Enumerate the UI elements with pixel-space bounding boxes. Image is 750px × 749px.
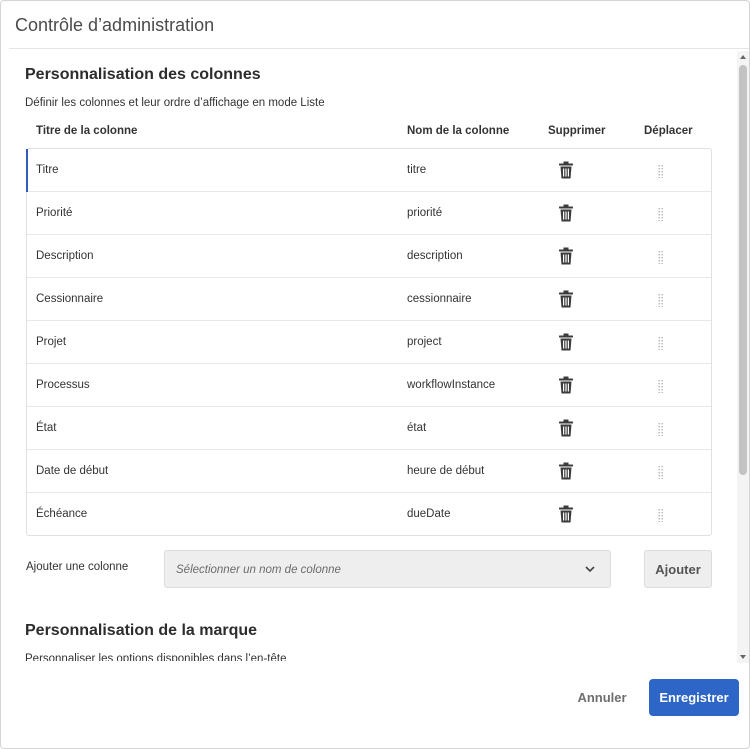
table-row[interactable]: Description description xyxy=(27,235,711,278)
drag-handle-icon[interactable] xyxy=(658,379,664,393)
add-column-label: Ajouter une colonne xyxy=(26,561,129,573)
table-row[interactable]: Processus workflowInstance xyxy=(27,364,711,407)
trash-icon[interactable] xyxy=(558,333,574,351)
drag-handle-icon[interactable] xyxy=(658,207,664,221)
dialog-title: Contrôle d’administration xyxy=(15,15,215,35)
column-name-cell: project xyxy=(407,336,442,348)
drag-handle-icon[interactable] xyxy=(658,164,664,178)
column-title-cell: Cessionnaire xyxy=(36,293,104,305)
column-title-cell: Date de début xyxy=(36,465,109,477)
table-row[interactable]: État état xyxy=(27,407,711,450)
column-title-cell: État xyxy=(36,422,57,434)
select-placeholder: Sélectionner un nom de colonne xyxy=(176,564,341,576)
column-name-cell: état xyxy=(407,422,427,434)
branding-section-title: Personnalisation de la marque xyxy=(25,622,258,639)
add-column-button[interactable]: Ajouter xyxy=(644,550,712,588)
branding-section-description: Personnaliser les options disponibles da… xyxy=(25,653,287,661)
table-row[interactable]: Priorité priorité xyxy=(27,192,711,235)
admin-control-dialog: Contrôle d’administration Personnalisati… xyxy=(0,0,750,749)
scroll-down-arrow-icon[interactable] xyxy=(740,655,746,659)
content-scrollbar[interactable] xyxy=(737,51,749,663)
column-name-select[interactable]: Sélectionner un nom de colonne xyxy=(164,550,611,588)
scroll-up-arrow-icon[interactable] xyxy=(740,55,746,59)
trash-icon[interactable] xyxy=(558,290,574,308)
trash-icon[interactable] xyxy=(558,247,574,265)
columns-section-description: Définir les colonnes et leur ordre d’aff… xyxy=(25,97,325,109)
table-row[interactable]: Date de début heure de début xyxy=(27,450,711,493)
trash-icon[interactable] xyxy=(558,161,574,179)
column-name-cell: dueDate xyxy=(407,508,451,520)
table-row[interactable]: Cessionnaire cessionnaire xyxy=(27,278,711,321)
column-name-cell: description xyxy=(407,250,463,262)
chevron-down-icon xyxy=(585,566,595,573)
table-row[interactable]: Projet project xyxy=(27,321,711,364)
table-row[interactable]: Titre titre xyxy=(26,149,711,192)
trash-icon[interactable] xyxy=(558,505,574,523)
trash-icon[interactable] xyxy=(558,462,574,480)
columns-table: Titre titre Priorité priorité Description des… xyxy=(26,148,712,536)
header-column-title: Titre de la colonne xyxy=(36,125,138,137)
column-name-cell: priorité xyxy=(407,207,443,219)
column-name-cell: heure de début xyxy=(407,465,485,477)
scrollbar-thumb[interactable] xyxy=(739,65,747,475)
save-button[interactable]: Enregistrer xyxy=(649,679,739,716)
trash-icon[interactable] xyxy=(558,376,574,394)
column-title-cell: Titre xyxy=(36,164,59,176)
header-delete: Supprimer xyxy=(548,125,606,137)
header-move: Déplacer xyxy=(644,125,693,137)
column-name-cell: cessionnaire xyxy=(407,293,472,305)
trash-icon[interactable] xyxy=(558,204,574,222)
column-title-cell: Processus xyxy=(36,379,90,391)
dialog-content: Personnalisation des colonnes Définir le… xyxy=(1,49,739,661)
column-name-cell: titre xyxy=(407,164,427,176)
column-title-cell: Projet xyxy=(36,336,67,348)
column-name-cell: workflowInstance xyxy=(407,379,496,391)
drag-handle-icon[interactable] xyxy=(658,250,664,264)
drag-handle-icon[interactable] xyxy=(658,293,664,307)
drag-handle-icon[interactable] xyxy=(658,465,664,479)
drag-handle-icon[interactable] xyxy=(658,422,664,436)
header-column-name: Nom de la colonne xyxy=(407,125,510,137)
column-title-cell: Priorité xyxy=(36,207,73,219)
drag-handle-icon[interactable] xyxy=(658,336,664,350)
column-title-cell: Échéance xyxy=(36,508,88,520)
table-row[interactable]: Échéance dueDate xyxy=(27,493,711,536)
columns-section-title: Personnalisation des colonnes xyxy=(25,66,261,83)
trash-icon[interactable] xyxy=(558,419,574,437)
cancel-button[interactable]: Annuler xyxy=(567,680,637,714)
column-title-cell: Description xyxy=(36,250,94,262)
drag-handle-icon[interactable] xyxy=(658,508,664,522)
